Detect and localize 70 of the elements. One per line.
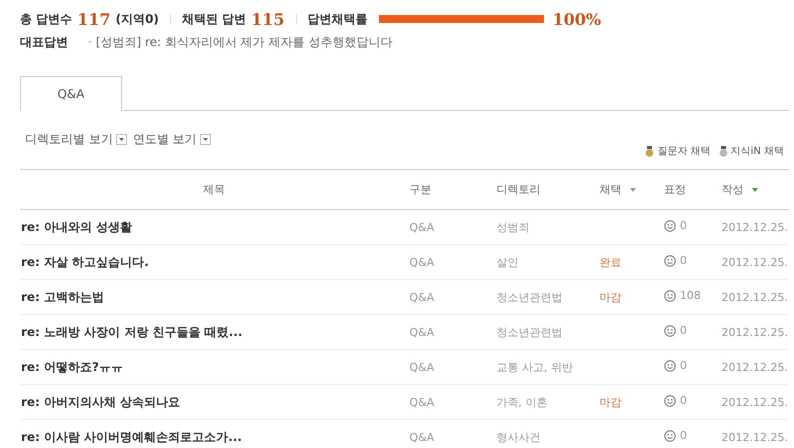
smiley-icon (664, 360, 676, 372)
column-header[interactable]: 작성 (720, 170, 789, 210)
column-header: 제목 (20, 170, 408, 210)
filter-label[interactable]: 연도별 보기 (132, 130, 197, 148)
table-cell: 2012.12.25. (720, 244, 789, 280)
smiley-icon (664, 394, 676, 407)
sort-caret-icon[interactable] (630, 188, 636, 192)
smiley-icon (664, 220, 676, 232)
column-header: 표정 (662, 170, 721, 210)
smiley-icon (664, 290, 676, 302)
stat-value: 117 (77, 10, 111, 28)
answer-title-link[interactable]: re: 이사람 사이버명예훼손죄로고소가... (21, 430, 242, 444)
answer-title-link[interactable]: re: 아버지의사채 상속되나요 (21, 394, 180, 408)
rate-value: 100% (552, 10, 602, 28)
table-cell: 살인 (495, 244, 599, 280)
legend-label: 질문자 채택 (657, 145, 711, 158)
bullet: · (88, 35, 92, 49)
table-cell: Q&A (408, 314, 496, 350)
answer-title-link[interactable]: re: 아내와의 성생활 (21, 220, 132, 234)
reaction-count: 0 (680, 359, 687, 372)
reaction-count: 0 (680, 219, 687, 232)
reaction-count: 0 (680, 394, 687, 408)
answer-title-link[interactable]: re: 노래방 사장이 저랑 친구들을 때렸... (21, 324, 242, 338)
stat-note: (지역0) (116, 10, 159, 28)
table-cell: 2012.12.25. (720, 420, 789, 448)
status-label: 마감 (600, 290, 622, 304)
reaction-count: 0 (680, 324, 687, 338)
column-header: 구분 (408, 170, 496, 210)
stat-value: 115 (251, 10, 285, 28)
featured-label: 대표답변 (20, 34, 69, 50)
table-cell: 2012.12.25. (720, 350, 789, 384)
table-cell: 청소년관련법 (495, 280, 599, 314)
smiley-icon (664, 324, 676, 337)
stat-label: 총 답변수 (20, 10, 72, 28)
tab[interactable]: Q&A (20, 76, 122, 111)
stat-label: 답변채택률 (308, 10, 368, 28)
table-cell: 2012.12.25. (720, 384, 789, 420)
table-cell: 2012.12.25. (720, 210, 789, 244)
reaction-count: 108 (680, 289, 701, 302)
reaction-count: 0 (680, 429, 687, 442)
table-cell: Q&A (408, 420, 496, 448)
table-cell: Q&A (408, 280, 496, 314)
table-cell: Q&A (408, 384, 496, 420)
table-cell: 2012.12.25. (720, 314, 789, 350)
featured-link[interactable]: [성범죄] re: 회식자리에서 제가 제자를 성추행했답니다 (96, 34, 392, 50)
stat-label: 채택된 답변 (182, 10, 246, 28)
reaction-count: 0 (680, 254, 687, 268)
table-cell: 청소년관련법 (495, 314, 599, 350)
table-cell: 2012.12.25. (720, 280, 789, 314)
table-cell: 가족, 이혼 (495, 384, 599, 420)
status-label: 마감 (600, 396, 622, 408)
dropdown-icon[interactable] (116, 134, 127, 144)
legend-label: 지식iN 채택 (730, 145, 784, 158)
table-cell: 성범죄 (495, 210, 599, 244)
column-header: 디렉토리 (495, 170, 599, 210)
answer-title-link[interactable]: re: 고백하는법 (21, 290, 104, 304)
table-cell: Q&A (408, 244, 496, 280)
table-cell: Q&A (408, 350, 496, 384)
table-cell: Q&A (408, 210, 496, 244)
filter-label[interactable]: 디렉토리별 보기 (25, 130, 113, 148)
sort-caret-icon[interactable] (752, 188, 758, 192)
smiley-icon (664, 254, 676, 267)
dropdown-icon[interactable] (200, 134, 211, 144)
column-header[interactable]: 채택 (598, 170, 663, 210)
answer-title-link[interactable]: re: 어떻하죠?ㅠㅠ (21, 360, 123, 374)
answer-title-link[interactable]: re: 자살 하고싶습니다. (21, 254, 149, 268)
table-cell: 형사사건 (495, 420, 599, 448)
table-cell: 교통 사고, 위반 (495, 350, 599, 384)
status-label: 완료 (600, 256, 622, 268)
smiley-icon (664, 430, 676, 442)
